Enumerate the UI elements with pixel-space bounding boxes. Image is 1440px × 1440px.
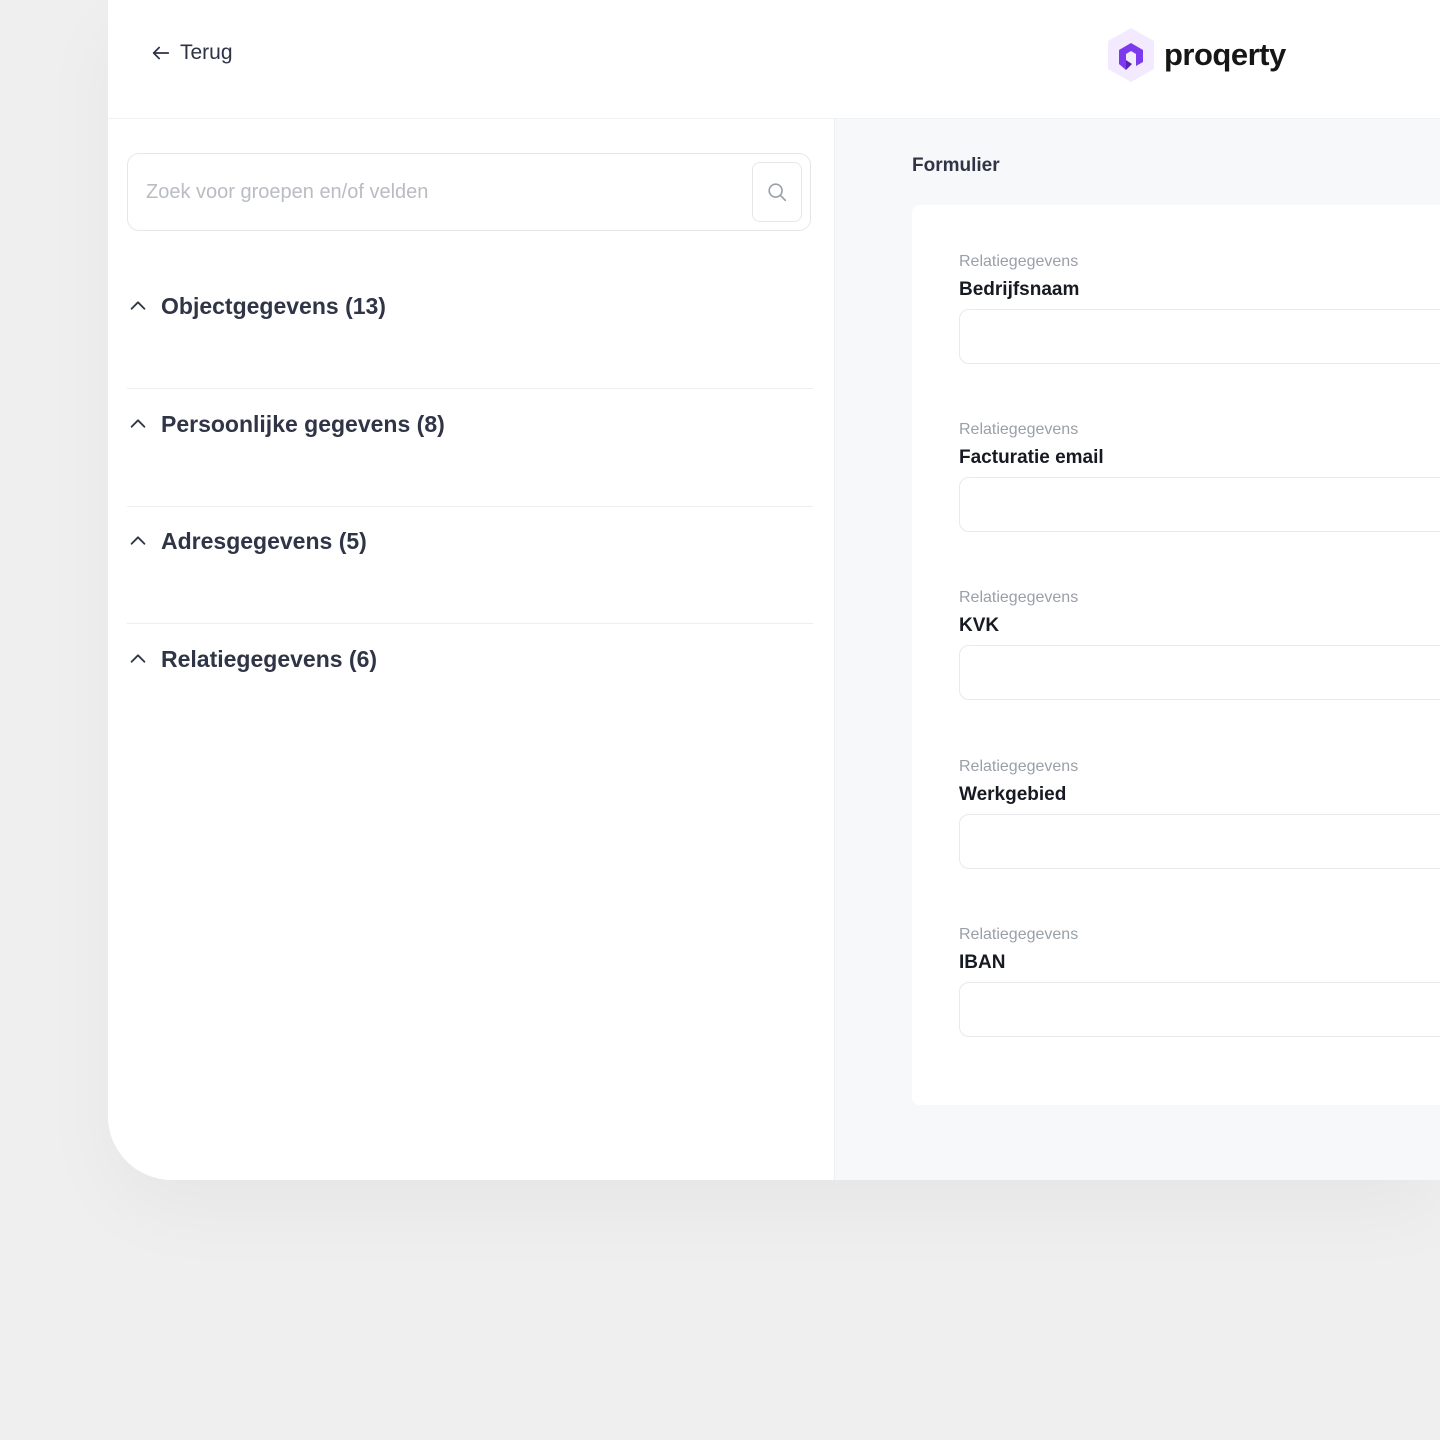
back-button[interactable]: Terug <box>150 38 233 68</box>
field-label: IBAN <box>959 952 1006 973</box>
search-input[interactable] <box>128 154 748 230</box>
logo-text: proqerty <box>1164 37 1286 72</box>
form-field-werkgebied: Relatiegegevens Werkgebied <box>959 758 1440 908</box>
field-group-label: Relatiegegevens <box>959 421 1079 438</box>
form-field-facturatie-email: Relatiegegevens Facturatie email <box>959 421 1440 571</box>
facturatie-email-input[interactable] <box>959 477 1440 532</box>
chevron-up-icon <box>130 536 146 545</box>
form-heading: Formulier <box>912 155 1000 176</box>
field-label: Bedrijfsnaam <box>959 279 1080 300</box>
field-label: KVK <box>959 615 1000 636</box>
search-icon <box>768 183 787 202</box>
field-group-label: Relatiegegevens <box>959 926 1079 943</box>
form-field-iban: Relatiegegevens IBAN <box>959 926 1440 1076</box>
field-group-label: Relatiegegevens <box>959 253 1079 270</box>
group-objectgegevens: Objectgegevens (13) <box>127 271 813 389</box>
form-card: Relatiegegevens Bedrijfsnaam Relatiegege… <box>912 205 1440 1105</box>
field-label: Werkgebied <box>959 784 1067 805</box>
group-relatiegegevens: Relatiegegevens (6) <box>127 624 813 742</box>
chevron-up-icon <box>130 654 146 663</box>
kvk-input[interactable] <box>959 645 1440 700</box>
back-label: Terug <box>180 41 233 64</box>
group-header[interactable]: Persoonlijke gegevens (8) <box>127 389 813 459</box>
logo: proqerty <box>1104 26 1286 84</box>
arrow-left-icon <box>152 46 170 60</box>
app-window: Terug proqerty Objectgegevens <box>108 0 1440 1180</box>
group-title: Persoonlijke gegevens (8) <box>161 410 445 437</box>
group-header[interactable]: Objectgegevens (13) <box>127 271 813 341</box>
group-title: Relatiegegevens (6) <box>161 645 378 672</box>
form-field-bedrijfsnaam: Relatiegegevens Bedrijfsnaam <box>959 253 1440 403</box>
group-header[interactable]: Relatiegegevens (6) <box>127 624 813 694</box>
field-picker-panel: Objectgegevens (13) Persoonlijke gegeven… <box>108 119 835 1180</box>
group-title: Objectgegevens (13) <box>161 292 386 319</box>
group-persoonlijke-gegevens: Persoonlijke gegevens (8) <box>127 389 813 507</box>
form-preview-panel: Formulier Relatiegegevens Bedrijfsnaam R… <box>835 119 1440 1180</box>
form-field-kvk: Relatiegegevens KVK <box>959 589 1440 739</box>
chevron-up-icon <box>130 419 146 428</box>
group-title: Adresgegevens (5) <box>161 527 367 554</box>
group-adresgegevens: Adresgegevens (5) <box>127 506 813 624</box>
group-header[interactable]: Adresgegevens (5) <box>127 506 813 576</box>
field-group-label: Relatiegegevens <box>959 589 1079 606</box>
bedrijfsnaam-input[interactable] <box>959 309 1440 364</box>
search-button[interactable] <box>752 162 802 222</box>
search-box <box>127 153 811 231</box>
field-group-label: Relatiegegevens <box>959 758 1079 775</box>
logo-mark-icon <box>1108 28 1154 82</box>
top-bar: Terug proqerty <box>108 0 1440 119</box>
chevron-up-icon <box>130 301 146 310</box>
werkgebied-input[interactable] <box>959 814 1440 869</box>
field-label: Facturatie email <box>959 447 1104 468</box>
iban-input[interactable] <box>959 982 1440 1037</box>
